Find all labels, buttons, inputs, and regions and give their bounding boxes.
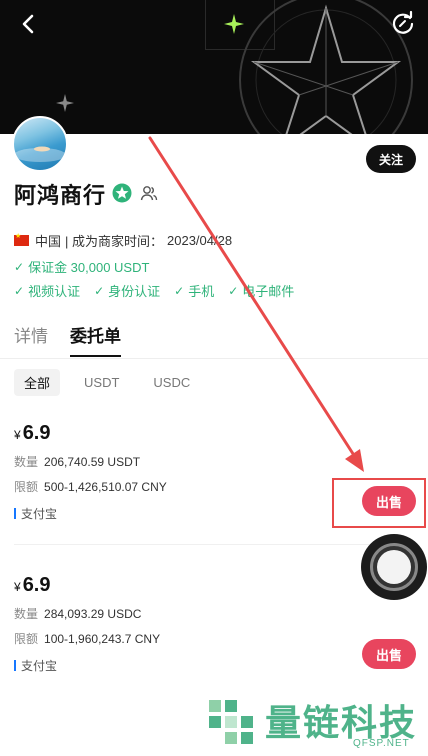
refresh-icon[interactable] <box>390 10 416 36</box>
verification-email: ✓ 电子邮件 <box>228 281 294 300</box>
quantity-value: 284,093.29 USDC <box>44 607 142 621</box>
price-value: 6.9 <box>22 422 51 444</box>
people-icon[interactable] <box>140 184 158 202</box>
verification-phone: ✓ 手机 <box>174 281 214 300</box>
currency-filters: 全部 USDT USDC <box>14 369 214 396</box>
verification-video: ✓ 视频认证 <box>14 281 80 300</box>
verification-identity: ✓ 身份认证 <box>94 281 160 300</box>
verified-star-badge-icon <box>112 183 132 203</box>
watermark-logo-icon <box>209 700 253 744</box>
profile-tabs: 详情 委托单 <box>14 322 143 357</box>
sparkle-green-icon <box>224 14 244 34</box>
filter-all[interactable]: 全部 <box>14 369 61 396</box>
assistive-ring <box>370 543 418 591</box>
payment-marker <box>14 660 16 671</box>
check-icon: ✓ <box>228 283 239 298</box>
quantity-value: 206,740.59 USDT <box>44 455 141 469</box>
deposit-line: ✓ 保证金 30,000 USDT <box>14 257 149 276</box>
filter-usdt[interactable]: USDT <box>74 371 129 394</box>
floating-assistive-button[interactable] <box>361 534 427 600</box>
sparkle-grey-icon <box>56 94 74 112</box>
payment-label: 支付宝 <box>21 659 58 673</box>
verification-label: 电子邮件 <box>242 284 295 299</box>
check-icon: ✓ <box>14 283 25 298</box>
order-price: ¥ 6.9 <box>14 422 414 445</box>
filter-usdc[interactable]: USDC <box>143 371 200 394</box>
order-limit: 限额 100-1,960,243.7 CNY <box>14 630 414 647</box>
deposit-amount: 保证金 30,000 USDT <box>28 260 150 275</box>
swimmer-icon <box>34 146 50 152</box>
payment-label: 支付宝 <box>21 507 58 521</box>
order-item: ¥ 6.9 数量 284,093.29 USDC 限额 100-1,960,243.… <box>14 574 414 674</box>
verification-list: ✓ 视频认证 ✓ 身份认证 ✓ 手机 ✓ 电子邮件 <box>14 281 308 300</box>
tab-details[interactable]: 详情 <box>14 322 48 357</box>
payment-marker <box>14 508 16 519</box>
profile-banner <box>0 0 428 134</box>
order-quantity: 数量 284,093.29 USDC <box>14 605 414 622</box>
annotation-highlight-box <box>332 478 426 528</box>
check-icon: ✓ <box>174 283 185 298</box>
limit-label: 限额 <box>14 480 39 494</box>
follow-button[interactable]: 关注 <box>366 145 416 173</box>
verification-label: 身份认证 <box>108 284 161 299</box>
watermark-subtext: QFSP.NET <box>353 738 410 749</box>
tabs-divider <box>0 358 428 359</box>
order-price: ¥ 6.9 <box>14 574 414 597</box>
limit-label: 限额 <box>14 632 39 646</box>
back-arrow-icon[interactable] <box>14 10 42 38</box>
payment-method: 支付宝 <box>14 657 414 674</box>
price-value: 6.9 <box>22 574 51 596</box>
quantity-label: 数量 <box>14 455 39 469</box>
merchant-since-line: 中国 | 成为商家时间： 2023/04/28 <box>14 231 232 250</box>
since-date: 2023/04/28 <box>167 233 233 248</box>
sell-button[interactable]: 出售 <box>362 639 416 669</box>
order-divider <box>14 544 414 545</box>
watermark: 量链科技 QFSP.NET <box>205 694 425 754</box>
verification-label: 视频认证 <box>28 284 81 299</box>
tab-orders[interactable]: 委托单 <box>70 322 121 357</box>
currency-symbol: ¥ <box>14 580 21 594</box>
quantity-label: 数量 <box>14 607 39 621</box>
limit-value: 100-1,960,243.7 CNY <box>44 632 161 646</box>
china-flag-icon <box>14 232 29 246</box>
check-icon: ✓ <box>14 259 25 274</box>
check-icon: ✓ <box>94 283 105 298</box>
currency-symbol: ¥ <box>14 428 21 442</box>
order-quantity: 数量 206,740.59 USDT <box>14 453 414 470</box>
merchant-name: 阿鸿商行 <box>14 183 107 208</box>
limit-value: 500-1,426,510.07 CNY <box>44 480 167 494</box>
avatar[interactable] <box>12 116 68 172</box>
country: 中国 <box>35 234 62 249</box>
assistive-core <box>377 550 411 584</box>
verification-label: 手机 <box>188 284 215 299</box>
since-label: | 成为商家时间： <box>65 234 164 249</box>
